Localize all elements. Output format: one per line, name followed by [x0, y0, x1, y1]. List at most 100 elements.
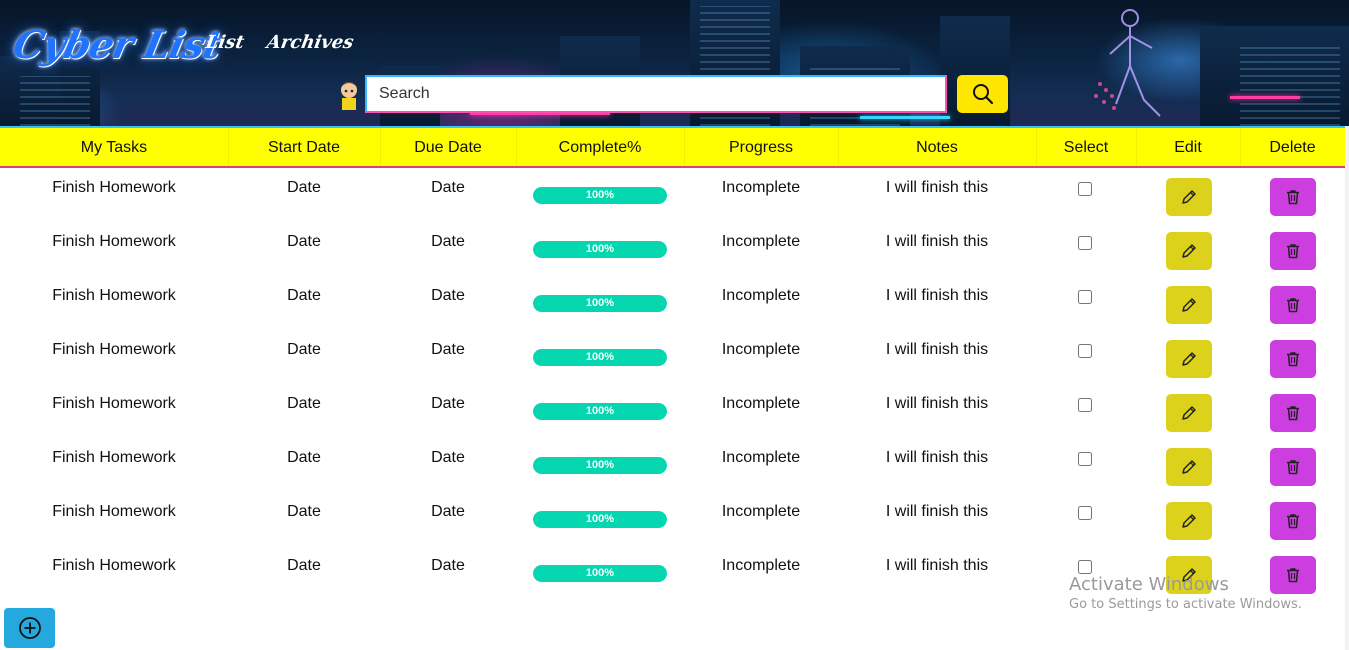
progress-bar: 100%	[533, 565, 667, 582]
pencil-icon	[1182, 352, 1196, 366]
column-header-edit: Edit	[1136, 128, 1241, 166]
cell-task-name: Finish Homework	[52, 233, 176, 250]
edit-button[interactable]	[1166, 394, 1212, 432]
edit-button[interactable]	[1166, 502, 1212, 540]
delete-button[interactable]	[1270, 232, 1316, 270]
delete-button[interactable]	[1270, 502, 1316, 540]
cell-start-date: Date	[287, 233, 321, 250]
progress-bar-fill: 100%	[533, 349, 667, 366]
cell-notes: I will finish this	[885, 287, 989, 304]
cell-progress-status: Incomplete	[721, 287, 801, 304]
cell-progress-status: Incomplete	[721, 341, 801, 358]
cell-notes: I will finish this	[885, 395, 989, 412]
edit-button[interactable]	[1166, 448, 1212, 486]
cell-progress-status: Incomplete	[721, 449, 801, 466]
avatar-icon	[340, 82, 358, 110]
column-header-select[interactable]: Select	[1036, 128, 1137, 166]
delete-button[interactable]	[1270, 178, 1316, 216]
cell-due-date: Date	[431, 395, 465, 412]
search-input[interactable]	[365, 75, 947, 113]
nav-link-list[interactable]: List	[204, 32, 246, 53]
edit-button[interactable]	[1166, 178, 1212, 216]
app-logo[interactable]: Cyber List	[9, 22, 225, 67]
trash-icon	[1287, 406, 1299, 421]
cell-due-date: Date	[431, 179, 465, 196]
pencil-icon	[1182, 460, 1196, 474]
table-header: My Tasks Start Date Due Date Complete% P…	[0, 126, 1345, 168]
cell-due-date: Date	[431, 449, 465, 466]
select-checkbox[interactable]	[1078, 236, 1092, 250]
cell-task-name: Finish Homework	[52, 449, 176, 466]
progress-bar: 100%	[533, 241, 667, 258]
trash-icon	[1287, 190, 1299, 205]
select-checkbox[interactable]	[1078, 560, 1092, 574]
delete-button[interactable]	[1270, 340, 1316, 378]
scrollbar-track[interactable]	[1345, 126, 1349, 650]
progress-bar-fill: 100%	[533, 457, 667, 474]
column-header-notes[interactable]: Notes	[838, 128, 1037, 166]
delete-button[interactable]	[1270, 394, 1316, 432]
column-header-start-date[interactable]: Start Date	[228, 128, 381, 166]
select-checkbox[interactable]	[1078, 344, 1092, 358]
edit-button[interactable]	[1166, 340, 1212, 378]
progress-bar-fill: 100%	[533, 187, 667, 204]
pencil-icon	[1182, 244, 1196, 258]
progress-bar: 100%	[533, 511, 667, 528]
cell-task-name: Finish Homework	[52, 395, 176, 412]
edit-button[interactable]	[1166, 232, 1212, 270]
cell-start-date: Date	[287, 341, 321, 358]
select-checkbox[interactable]	[1078, 398, 1092, 412]
progress-bar-fill: 100%	[533, 511, 667, 528]
cell-notes: I will finish this	[885, 341, 989, 358]
edit-button[interactable]	[1166, 286, 1212, 324]
pencil-icon	[1182, 514, 1196, 528]
column-header-progress[interactable]: Progress	[684, 128, 839, 166]
progress-bar-fill: 100%	[533, 241, 667, 258]
column-header-tasks[interactable]: My Tasks	[0, 128, 229, 166]
column-header-due-date[interactable]: Due Date	[380, 128, 517, 166]
activate-windows-watermark: Activate Windows Go to Settings to activ…	[1069, 574, 1302, 612]
cell-due-date: Date	[431, 341, 465, 358]
progress-bar-fill: 100%	[533, 403, 667, 420]
table-row: Finish Homework Date Date Incomplete I will …	[0, 386, 1345, 440]
skyline-windows	[20, 76, 90, 126]
cell-start-date: Date	[287, 449, 321, 466]
select-checkbox[interactable]	[1078, 506, 1092, 520]
cell-notes: I will finish this	[885, 503, 989, 520]
cell-start-date: Date	[287, 557, 321, 574]
neon-light	[1230, 96, 1300, 99]
progress-bar: 100%	[533, 457, 667, 474]
header-banner: Cyber List List Archives	[0, 0, 1349, 126]
cell-task-name: Finish Homework	[52, 503, 176, 520]
table-row: Finish Homework Date Date Incomplete I will …	[0, 332, 1345, 386]
search-button[interactable]	[957, 75, 1008, 113]
progress-bar: 100%	[533, 187, 667, 204]
cell-notes: I will finish this	[885, 449, 989, 466]
cell-notes: I will finish this	[885, 233, 989, 250]
delete-button[interactable]	[1270, 448, 1316, 486]
trash-icon	[1287, 460, 1299, 475]
cell-progress-status: Incomplete	[721, 557, 801, 574]
pencil-icon	[1182, 298, 1196, 312]
select-checkbox[interactable]	[1078, 290, 1092, 304]
progress-bar-fill: 100%	[533, 565, 667, 582]
trash-icon	[1287, 352, 1299, 367]
cell-task-name: Finish Homework	[52, 557, 176, 574]
trash-icon	[1287, 298, 1299, 313]
column-header-complete[interactable]: Complete%	[516, 128, 685, 166]
trash-icon	[1287, 244, 1299, 259]
hologram-figure-icon	[1094, 9, 1161, 117]
add-task-button[interactable]	[4, 608, 55, 648]
select-checkbox[interactable]	[1078, 452, 1092, 466]
search-icon	[972, 84, 993, 105]
watermark-title: Activate Windows	[1069, 574, 1229, 595]
nav-link-archives[interactable]: Archives	[265, 32, 355, 53]
cell-progress-status: Incomplete	[721, 503, 801, 520]
cell-notes: I will finish this	[885, 557, 989, 574]
cell-due-date: Date	[431, 557, 465, 574]
delete-button[interactable]	[1270, 286, 1316, 324]
progress-bar: 100%	[533, 349, 667, 366]
progress-bar: 100%	[533, 295, 667, 312]
cell-progress-status: Incomplete	[721, 179, 801, 196]
select-checkbox[interactable]	[1078, 182, 1092, 196]
